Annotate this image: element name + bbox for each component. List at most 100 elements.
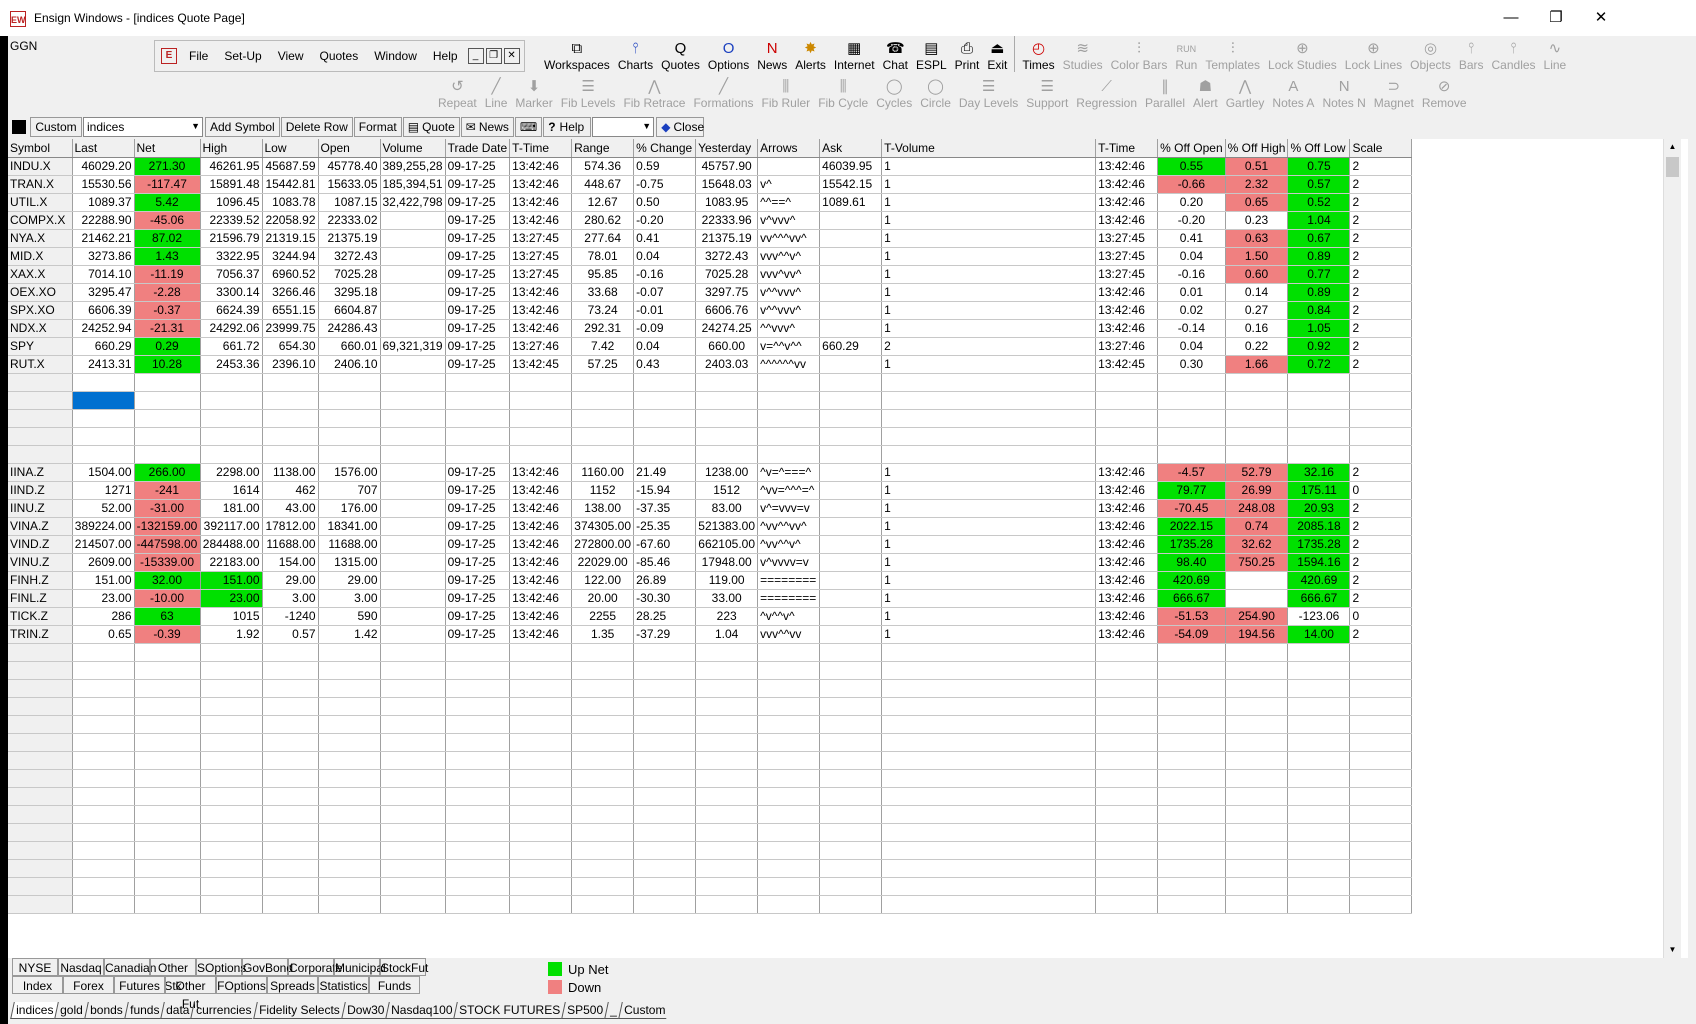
- column-header[interactable]: Yesterday: [695, 139, 759, 158]
- table-cell[interactable]: [1095, 733, 1159, 752]
- table-cell[interactable]: [318, 373, 381, 392]
- minimize-button[interactable]: —: [1496, 6, 1526, 30]
- toolbar-lock-lines-button[interactable]: ⊕ Lock Lines: [1341, 36, 1406, 72]
- table-cell[interactable]: 29.00: [262, 571, 319, 590]
- menu-quotes[interactable]: Quotes: [320, 49, 359, 63]
- exchange-futures-button[interactable]: Futures: [114, 976, 165, 994]
- table-cell[interactable]: [881, 391, 1097, 410]
- menu-view[interactable]: View: [278, 49, 304, 63]
- table-cell[interactable]: [571, 751, 635, 770]
- table-cell[interactable]: [695, 715, 759, 734]
- table-cell[interactable]: [445, 715, 511, 734]
- table-cell[interactable]: 13:42:46: [1095, 481, 1159, 500]
- table-cell[interactable]: [200, 643, 263, 662]
- scroll-down-icon[interactable]: ▼: [1664, 942, 1681, 958]
- table-cell[interactable]: [1349, 733, 1413, 752]
- table-cell[interactable]: [445, 643, 511, 662]
- table-cell[interactable]: 09-17-25: [445, 589, 511, 608]
- symbol-cell[interactable]: [8, 643, 73, 662]
- table-cell[interactable]: -31.00: [134, 499, 201, 518]
- column-header[interactable]: % Change: [633, 139, 697, 158]
- table-cell[interactable]: 29.00: [318, 571, 381, 590]
- table-cell[interactable]: 09-17-25: [445, 229, 511, 248]
- table-cell[interactable]: 272800.00: [571, 535, 635, 554]
- table-cell[interactable]: [1287, 895, 1351, 914]
- table-cell[interactable]: [509, 823, 573, 842]
- table-cell[interactable]: 13:42:46: [509, 301, 573, 320]
- table-cell[interactable]: [1287, 805, 1351, 824]
- table-cell[interactable]: [819, 895, 883, 914]
- symbol-cell[interactable]: [8, 373, 73, 392]
- table-cell[interactable]: [318, 841, 381, 860]
- table-cell[interactable]: [695, 751, 759, 770]
- table-cell[interactable]: 09-17-25: [445, 211, 511, 230]
- table-cell[interactable]: 2: [1349, 247, 1413, 266]
- table-cell[interactable]: [571, 823, 635, 842]
- table-cell[interactable]: 6960.52: [262, 265, 319, 284]
- table-cell[interactable]: 0.41: [633, 229, 697, 248]
- table-cell[interactable]: [262, 859, 319, 878]
- table-cell[interactable]: 521383.00: [695, 517, 759, 536]
- table-row[interactable]: [8, 373, 1413, 392]
- table-cell[interactable]: [380, 895, 446, 914]
- table-cell[interactable]: [757, 427, 821, 446]
- table-cell[interactable]: [633, 427, 697, 446]
- table-cell[interactable]: [262, 697, 319, 716]
- table-cell[interactable]: -0.16: [633, 265, 697, 284]
- symbol-cell[interactable]: [8, 733, 73, 752]
- table-cell[interactable]: [318, 391, 381, 410]
- table-cell[interactable]: -0.66: [1157, 175, 1226, 194]
- restore-button[interactable]: ❐: [1541, 6, 1571, 30]
- table-cell[interactable]: [445, 877, 511, 896]
- table-cell[interactable]: 3295.18: [318, 283, 381, 302]
- table-cell[interactable]: [1157, 895, 1226, 914]
- table-cell[interactable]: 662105.00: [695, 535, 759, 554]
- table-cell[interactable]: -10.00: [134, 589, 201, 608]
- table-row[interactable]: VIND.Z 214507.00 -447598.00 284488.00 11688.…: [8, 535, 1413, 554]
- table-cell[interactable]: [200, 679, 263, 698]
- table-cell[interactable]: [695, 877, 759, 896]
- table-row[interactable]: SPX.XO 6606.39 -0.37 6624.39 6551.15 6604.87 0…: [8, 301, 1413, 320]
- toolbar-exit-button[interactable]: ⏏ Exit: [983, 36, 1011, 72]
- table-cell[interactable]: 13:42:46: [1095, 175, 1159, 194]
- table-cell[interactable]: [1287, 823, 1351, 842]
- table-row[interactable]: [8, 445, 1413, 464]
- table-cell[interactable]: [72, 787, 135, 806]
- table-cell[interactable]: [1095, 715, 1159, 734]
- table-cell[interactable]: [571, 661, 635, 680]
- table-cell[interactable]: 13:42:46: [509, 517, 573, 536]
- table-cell[interactable]: [262, 409, 319, 428]
- table-cell[interactable]: [571, 445, 635, 464]
- table-cell[interactable]: 3.00: [318, 589, 381, 608]
- table-cell[interactable]: 0.74: [1225, 517, 1289, 536]
- table-cell[interactable]: [134, 733, 201, 752]
- table-cell[interactable]: 09-17-25: [445, 463, 511, 482]
- table-cell[interactable]: 0.57: [1287, 175, 1351, 194]
- table-cell[interactable]: 1: [881, 499, 1097, 518]
- table-cell[interactable]: 10.28: [134, 355, 201, 374]
- close-window-button[interactable]: ✕: [1586, 6, 1616, 30]
- table-cell[interactable]: 2609.00: [72, 553, 135, 572]
- table-cell[interactable]: 1.04: [695, 625, 759, 644]
- table-cell[interactable]: [1157, 445, 1226, 464]
- symbol-cell[interactable]: IINA.Z: [8, 463, 73, 482]
- column-header[interactable]: Scale: [1349, 139, 1413, 158]
- exchange-index-button[interactable]: Index: [12, 976, 63, 994]
- scroll-up-icon[interactable]: ▲: [1664, 139, 1681, 155]
- table-cell[interactable]: 13:27:45: [509, 229, 573, 248]
- table-cell[interactable]: 2: [1349, 589, 1413, 608]
- table-cell[interactable]: [134, 715, 201, 734]
- table-cell[interactable]: [1225, 373, 1289, 392]
- table-cell[interactable]: 2: [881, 337, 1097, 356]
- table-row[interactable]: FINH.Z 151.00 32.00 151.00 29.00 29.00 09-17-2…: [8, 571, 1413, 590]
- table-cell[interactable]: 13:42:46: [1095, 463, 1159, 482]
- table-cell[interactable]: 14.00: [1287, 625, 1351, 644]
- table-row[interactable]: NYA.X 21462.21 87.02 21596.79 21319.15 21375.…: [8, 229, 1413, 248]
- table-cell[interactable]: [318, 895, 381, 914]
- table-cell[interactable]: [695, 787, 759, 806]
- table-cell[interactable]: [819, 265, 883, 284]
- table-cell[interactable]: 13:42:46: [509, 175, 573, 194]
- table-cell[interactable]: 12.67: [571, 193, 635, 212]
- tab-currencies[interactable]: currencies: [190, 1002, 257, 1019]
- table-cell[interactable]: 32.62: [1225, 535, 1289, 554]
